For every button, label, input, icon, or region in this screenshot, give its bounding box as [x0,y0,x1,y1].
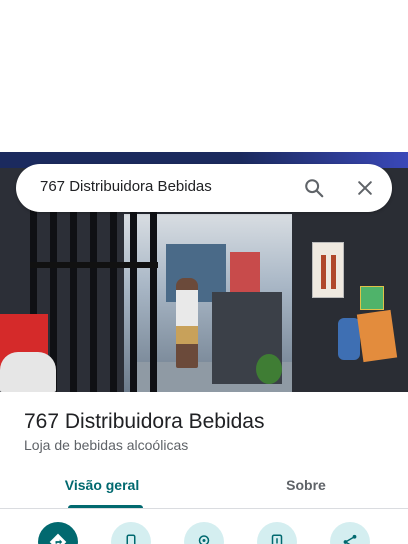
send-to-phone-button[interactable] [257,522,297,544]
share-button[interactable] [330,522,370,544]
close-button[interactable] [349,172,381,204]
photo-plant [256,354,282,384]
call-button[interactable] [111,522,151,544]
place-title: 767 Distribuidora Bebidas [24,410,265,433]
photo-sign [360,286,384,310]
directions-button[interactable] [38,522,78,544]
photo-water-jug [338,318,360,360]
directions-icon [49,533,67,544]
nearby-button[interactable] [184,522,224,544]
photo-person [176,278,198,368]
place-category[interactable]: Loja de bebidas alcoólicas [24,437,188,453]
tab-overview[interactable]: Visão geral [0,466,204,509]
photo-chair [0,352,56,392]
search-button[interactable] [298,172,330,204]
search-bar[interactable]: 767 Distribuidora Bebidas [16,164,392,212]
photo-poster [312,242,344,298]
photo-bottle [331,255,336,289]
tab-about[interactable]: Sobre [204,466,408,509]
share-icon [343,534,357,544]
phone-icon [126,534,136,544]
photo-gate-bar [30,262,158,268]
send-to-phone-icon [271,534,283,544]
active-tab-indicator [68,505,143,508]
tab-bar: Visão geral Sobre [0,466,408,509]
photo-shelf [230,252,260,292]
close-icon [358,181,372,195]
photo-bottle [321,255,326,289]
search-query[interactable]: 767 Distribuidora Bebidas [40,178,212,195]
search-icon [305,179,324,198]
photo-promo-sign [356,309,398,363]
nearby-icon [198,535,210,544]
